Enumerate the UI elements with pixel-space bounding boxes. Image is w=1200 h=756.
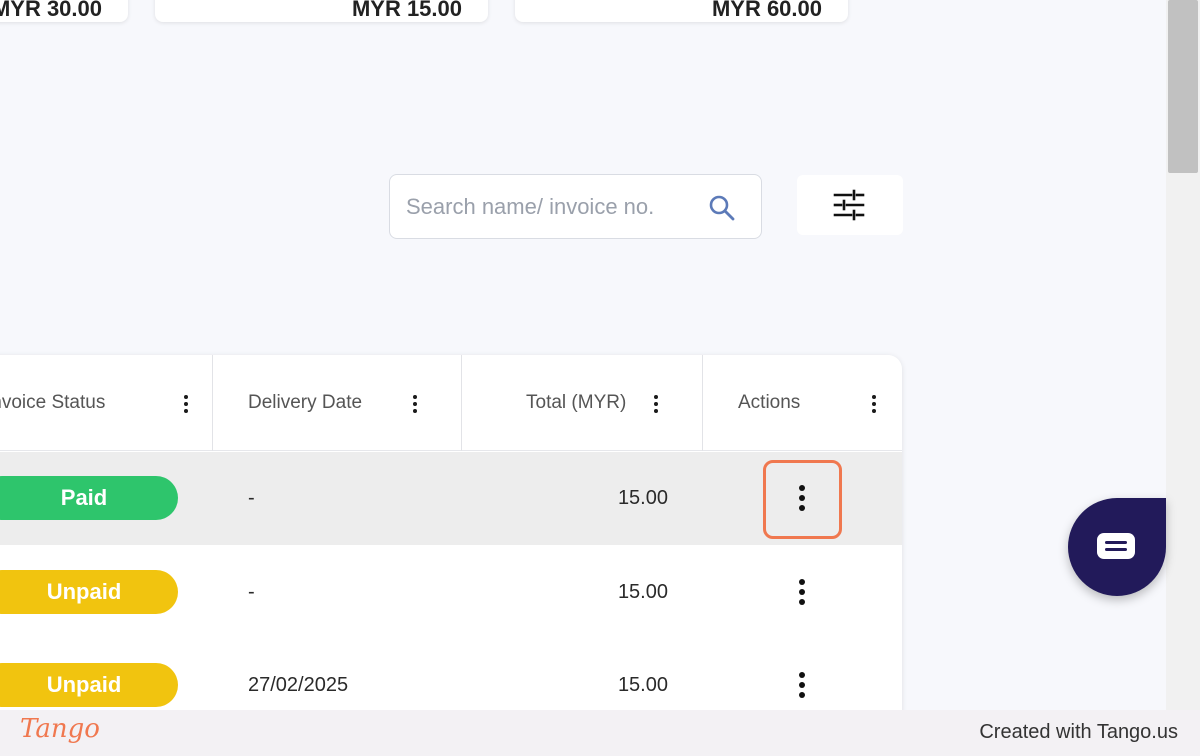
delivery-date: - xyxy=(248,487,255,509)
column-label: Actions xyxy=(738,392,801,413)
invoice-table: Invoice Status Delivery Date Total (MYR)… xyxy=(0,355,902,756)
credit-text: Created with Tango.us xyxy=(979,721,1178,743)
search-input[interactable] xyxy=(406,193,696,221)
summary-card-3: MYR 60.00 xyxy=(515,0,848,22)
delivery-date: - xyxy=(248,581,255,603)
table-row[interactable]: Unpaid - 15.00 xyxy=(0,545,902,638)
scrollbar[interactable] xyxy=(1166,0,1200,710)
total-amount: 15.00 xyxy=(617,674,668,696)
total-amount: 15.00 xyxy=(617,581,668,603)
column-actions[interactable]: Actions xyxy=(703,355,902,451)
status-badge: Paid xyxy=(0,476,178,520)
summary-card-2: MYR 15.00 xyxy=(155,0,488,22)
delivery-date: 27/02/2025 xyxy=(248,674,349,696)
summary-card-amount: MYR 60.00 xyxy=(711,0,822,21)
column-invoice-status[interactable]: Invoice Status xyxy=(0,355,212,451)
filter-button[interactable] xyxy=(797,175,903,235)
column-menu-icon[interactable] xyxy=(652,395,660,417)
table-header: Invoice Status Delivery Date Total (MYR)… xyxy=(0,355,902,451)
scrollbar-thumb[interactable] xyxy=(1168,0,1198,173)
footer-bar: Tango Created with Tango.us xyxy=(0,710,1200,756)
column-label: Invoice Status xyxy=(0,392,106,413)
column-label: Delivery Date xyxy=(248,392,363,413)
more-actions-icon[interactable] xyxy=(797,579,807,607)
chat-icon xyxy=(1097,533,1135,559)
column-total[interactable]: Total (MYR) xyxy=(462,355,702,451)
more-actions-icon[interactable] xyxy=(797,672,807,700)
column-menu-icon[interactable] xyxy=(182,395,190,417)
search-icon[interactable] xyxy=(707,193,737,223)
status-badge: Unpaid xyxy=(0,663,178,707)
tango-logo: Tango xyxy=(20,714,100,744)
summary-card-1: MYR 30.00 xyxy=(0,0,128,22)
summary-card-amount: MYR 15.00 xyxy=(351,0,462,21)
column-delivery-date[interactable]: Delivery Date xyxy=(213,355,461,451)
column-label: Total (MYR) xyxy=(526,392,627,413)
status-badge: Unpaid xyxy=(0,570,178,614)
column-menu-icon[interactable] xyxy=(870,395,878,417)
summary-card-amount: MYR 30.00 xyxy=(0,0,102,21)
action-highlight xyxy=(763,460,842,539)
total-amount: 15.00 xyxy=(617,487,668,509)
chat-button[interactable] xyxy=(1068,498,1166,596)
sliders-icon xyxy=(833,189,865,221)
column-menu-icon[interactable] xyxy=(411,395,419,417)
